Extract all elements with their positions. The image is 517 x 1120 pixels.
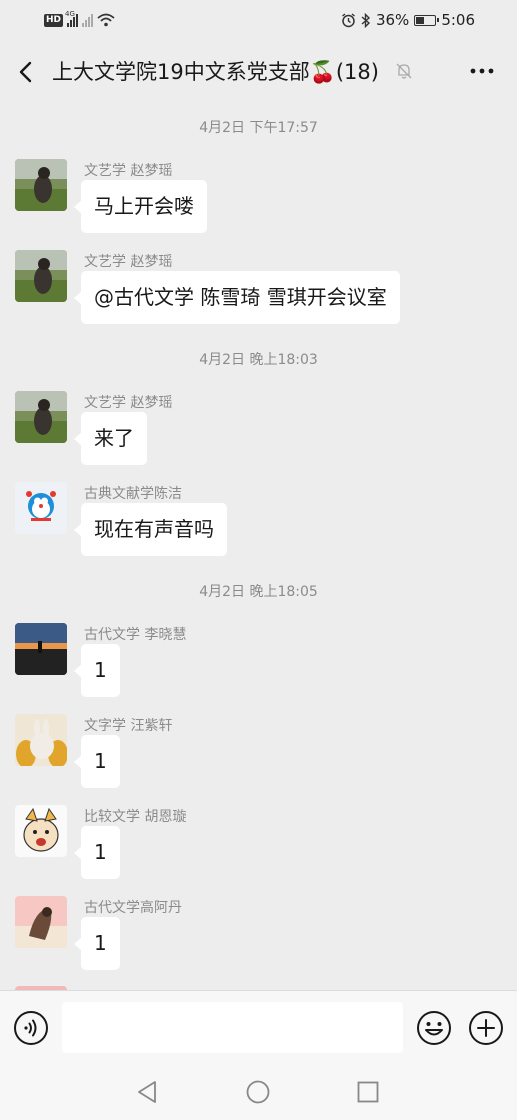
chat-header: 上大文学院19中文系党支部🍒(18) xyxy=(0,40,517,104)
wifi-icon xyxy=(97,13,115,27)
signal-icon: 4G xyxy=(65,10,79,27)
more-icon[interactable] xyxy=(469,64,495,78)
battery-icon xyxy=(414,14,440,26)
avatar[interactable] xyxy=(15,623,67,675)
message-bubble[interactable]: @古代文学 陈雪琦 雪琪开会议室 xyxy=(74,271,400,324)
sender-name: 古代文学 李晓慧 xyxy=(84,627,187,643)
sender-name: 古代文学高阿丹 xyxy=(84,900,182,916)
message-input[interactable] xyxy=(62,1002,403,1053)
back-icon[interactable] xyxy=(12,58,40,86)
message-bubble[interactable]: 1 xyxy=(74,917,120,970)
hd-badge: HD xyxy=(44,13,64,27)
timestamp: 4月2日 晚上18:05 xyxy=(199,584,318,600)
system-nav-bar xyxy=(0,1061,517,1120)
timestamp: 4月2日 下午17:57 xyxy=(199,120,318,136)
emoji-icon[interactable] xyxy=(416,1010,452,1046)
sender-name: 文艺学 赵梦瑶 xyxy=(84,163,173,179)
mute-bell-icon xyxy=(396,63,412,79)
avatar[interactable] xyxy=(15,896,67,948)
signal-icon-secondary xyxy=(82,13,94,27)
timestamp: 4月2日 晚上18:03 xyxy=(199,352,318,368)
avatar[interactable] xyxy=(15,250,67,302)
status-left-icons: HD 4G xyxy=(44,10,115,30)
avatar[interactable] xyxy=(15,482,67,534)
clock: 5:06 xyxy=(441,11,475,29)
voice-icon[interactable] xyxy=(13,1010,49,1046)
message-bubble[interactable]: 1 xyxy=(74,644,120,697)
sender-name: 文字学 汪紫轩 xyxy=(84,718,173,734)
sender-name: 比较文学 胡恩璇 xyxy=(84,809,187,825)
nav-home-icon[interactable] xyxy=(246,1080,270,1104)
nav-back-icon[interactable] xyxy=(136,1080,160,1104)
nav-recent-icon[interactable] xyxy=(357,1081,379,1103)
message-bubble[interactable]: 1 xyxy=(74,826,120,879)
sender-name: 文艺学 赵梦瑶 xyxy=(84,254,173,270)
battery-percent: 36% xyxy=(375,11,410,29)
message-bubble[interactable]: 来了 xyxy=(74,412,147,465)
plus-icon[interactable] xyxy=(468,1010,504,1046)
message-bubble[interactable]: 马上开会喽 xyxy=(74,180,207,233)
message-bubble[interactable]: 1 xyxy=(74,735,120,788)
avatar[interactable] xyxy=(15,714,67,766)
message-bubble[interactable]: 现在有声音吗 xyxy=(74,503,227,556)
avatar[interactable] xyxy=(15,805,67,857)
avatar[interactable] xyxy=(15,159,67,211)
alarm-icon xyxy=(342,12,355,27)
input-bar xyxy=(0,990,517,1061)
sender-name: 文艺学 赵梦瑶 xyxy=(84,395,173,411)
status-right-icons: 36% 5:06 xyxy=(341,9,475,31)
chat-message-list[interactable]: 4月2日 下午17:57 文艺学 赵梦瑶 马上开会喽 文艺学 赵梦瑶 @古代文学… xyxy=(0,104,517,990)
bluetooth-icon xyxy=(361,12,370,28)
avatar[interactable] xyxy=(15,391,67,443)
chat-title: 上大文学院19中文系党支部🍒(18) xyxy=(52,60,379,84)
status-bar: HD 4G 36% 5:06 xyxy=(0,0,517,40)
sender-name: 古典文献学陈洁 xyxy=(84,486,182,502)
